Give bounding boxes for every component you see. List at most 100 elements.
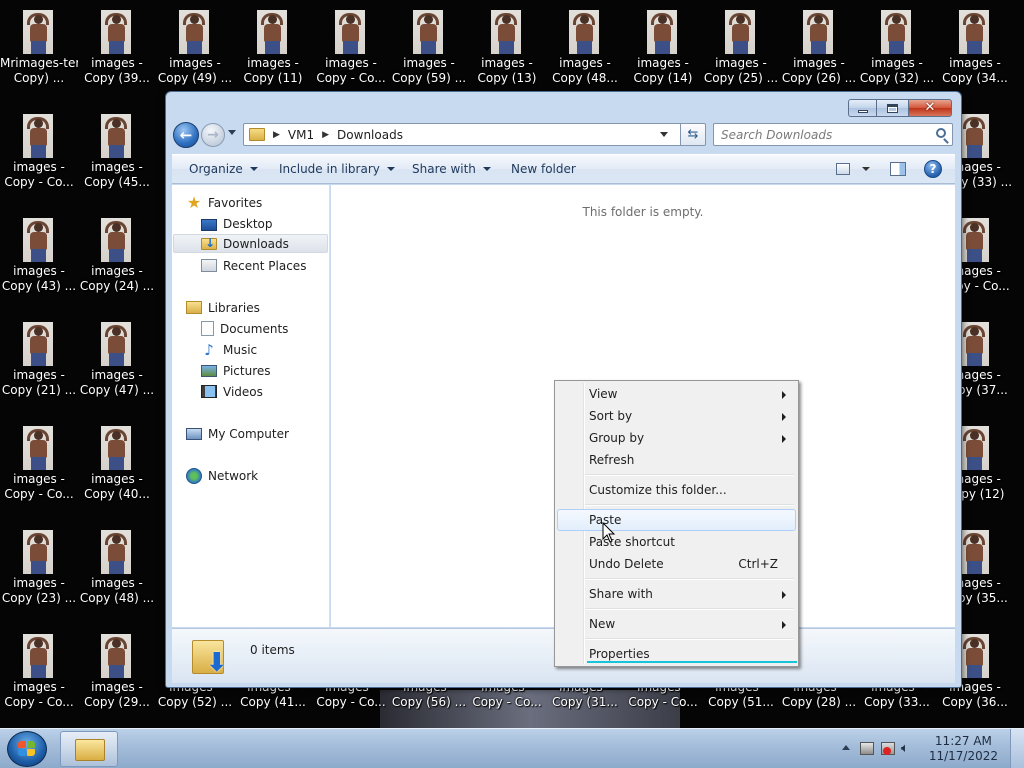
nav-favorites[interactable]: ★ Favorites (186, 193, 262, 212)
desktop-icon-label: images - Copy (48... (552, 56, 618, 85)
desktop-icon-item[interactable]: images - Copy (40... (78, 420, 156, 520)
share-with-button[interactable]: Share with (412, 162, 491, 176)
desktop-icon-item[interactable]: images - Copy (29... (78, 628, 156, 728)
breadcrumb-downloads[interactable]: Downloads (337, 128, 403, 142)
desktop-icon-item[interactable]: images - Copy (47) ... (78, 316, 156, 416)
menu-item-group-by[interactable]: Group by (557, 427, 796, 449)
image-thumbnail-icon (881, 10, 911, 54)
change-view-icon[interactable] (836, 163, 850, 175)
desktop-icon-item[interactable]: images - Copy (59) ... (390, 4, 468, 104)
nav-pictures[interactable]: Pictures (201, 361, 271, 380)
refresh-button[interactable]: ⇆ (680, 123, 706, 146)
menu-item-view[interactable]: View (557, 383, 796, 405)
nav-recent-places[interactable]: Recent Places (201, 256, 306, 275)
desktop-icon-item[interactable]: images - Copy (43) ... (0, 212, 78, 312)
desktop-icon-item[interactable]: Mrimages-ter Copy) ... (0, 4, 78, 104)
show-desktop-button[interactable] (1010, 729, 1024, 768)
desktop-icon-item[interactable]: images - Copy (49) ... (156, 4, 234, 104)
address-bar[interactable]: ▶ VM1 ▶ Downloads (243, 123, 705, 146)
nav-music[interactable]: ♪ Music (201, 340, 257, 359)
preview-pane-icon[interactable] (890, 162, 906, 176)
taskbar: 🔈︎ 11:27 AM 11/17/2022 (0, 728, 1024, 768)
desktop-icon-item[interactable]: images - Copy (11) (234, 4, 312, 104)
search-box[interactable] (713, 123, 953, 146)
action-center-icon[interactable] (860, 742, 874, 755)
breadcrumb-separator-icon[interactable]: ▶ (322, 130, 329, 140)
menu-item-paste[interactable]: Paste (557, 509, 796, 531)
desktop-icon-item[interactable]: images - Copy - Co... (0, 108, 78, 208)
desktop-icon-item[interactable]: images - Copy (21) ... (0, 316, 78, 416)
maximize-button[interactable] (876, 99, 908, 117)
desktop-icon-item[interactable]: images - Copy - Co... (0, 628, 78, 728)
breadcrumb-separator-icon[interactable]: ▶ (273, 130, 280, 140)
breadcrumb-vm1[interactable]: VM1 (288, 128, 314, 142)
menu-separator (585, 578, 794, 580)
pictures-icon (201, 364, 217, 377)
volume-icon[interactable]: 🔈︎ (901, 742, 915, 755)
menu-item-sort-by[interactable]: Sort by (557, 405, 796, 427)
image-thumbnail-icon (23, 634, 53, 678)
nav-videos[interactable]: Videos (201, 382, 263, 401)
image-thumbnail-icon (101, 114, 131, 158)
menu-item-new[interactable]: New (557, 613, 796, 635)
desktop-icon-item[interactable]: images - Copy (24) ... (78, 212, 156, 312)
desktop-icon-item[interactable]: images - Copy (39... (78, 4, 156, 104)
desktop-icon-item[interactable]: images - Copy (14) (624, 4, 702, 104)
submenu-arrow-icon (782, 391, 786, 399)
image-thumbnail-icon (23, 114, 53, 158)
desktop-icon-label: images - Copy (47) ... (79, 368, 155, 397)
desktop-icon-item[interactable]: images - Copy - Co... (0, 420, 78, 520)
downloads-folder-icon (201, 236, 217, 250)
desktop-icon-item[interactable]: images - Copy (48) ... (78, 524, 156, 624)
desktop-icon-label: images - Copy - Co... (4, 680, 74, 709)
close-button[interactable]: ✕ (908, 99, 952, 117)
nav-downloads[interactable]: Downloads (173, 234, 328, 253)
desktop-icon-item[interactable]: images - Copy (13) (468, 4, 546, 104)
desktop-icon-item[interactable]: images - Copy (48... (546, 4, 624, 104)
help-icon[interactable]: ? (924, 160, 942, 178)
more-options-icon[interactable] (862, 167, 870, 171)
desktop-icon-label: images - Copy (26) ... (781, 56, 857, 85)
desktop-icon-item[interactable]: images - Copy (23) ... (0, 524, 78, 624)
nav-libraries[interactable]: Libraries (186, 298, 260, 317)
include-in-library-button[interactable]: Include in library (279, 162, 395, 176)
start-button[interactable] (7, 731, 47, 767)
nav-my-computer[interactable]: My Computer (186, 424, 289, 443)
desktop-icon-item[interactable]: images - Copy - Co... (312, 4, 390, 104)
desktop-icon-item[interactable]: images - Copy (32) ... (858, 4, 936, 104)
address-dropdown-icon[interactable] (660, 132, 668, 137)
recent-pages-dropdown[interactable] (228, 130, 236, 135)
taskbar-explorer-button[interactable] (60, 731, 118, 767)
menu-item-customize-folder[interactable]: Customize this folder... (557, 479, 796, 501)
menu-item-paste-shortcut[interactable]: Paste shortcut (557, 531, 796, 553)
new-folder-button[interactable]: New folder (511, 162, 576, 176)
forward-arrow-icon: → (207, 127, 219, 143)
image-thumbnail-icon (257, 10, 287, 54)
menu-separator (585, 638, 794, 640)
organize-button[interactable]: Organize (189, 162, 258, 176)
clock[interactable]: 11:27 AM 11/17/2022 (929, 734, 998, 764)
menu-item-share-with[interactable]: Share with (557, 583, 796, 605)
desktop-icon-item[interactable]: images - Copy (34... (936, 4, 1014, 104)
desktop-icon-label: images - Copy (43) ... (1, 264, 77, 293)
minimize-button[interactable] (848, 99, 876, 117)
back-button[interactable]: ← (173, 122, 199, 148)
star-icon: ★ (186, 192, 202, 212)
search-icon[interactable] (936, 128, 946, 138)
desktop-icon-item[interactable]: images - Copy (26) ... (780, 4, 858, 104)
desktop-icon-label: images - Copy - Co... (4, 160, 74, 189)
forward-button[interactable]: → (201, 123, 225, 147)
image-thumbnail-icon (959, 218, 989, 262)
nav-desktop[interactable]: Desktop (201, 214, 273, 233)
menu-item-undo-delete[interactable]: Undo Delete Ctrl+Z (557, 553, 796, 575)
nav-favorites-label: Favorites (208, 195, 263, 210)
desktop-icon-item[interactable]: images - Copy (25) ... (702, 4, 780, 104)
search-input[interactable] (721, 124, 926, 145)
nav-network[interactable]: Network (186, 466, 258, 485)
show-hidden-icons-icon[interactable] (842, 745, 850, 750)
menu-item-refresh[interactable]: Refresh (557, 449, 796, 471)
image-thumbnail-icon (101, 218, 131, 262)
desktop-icon-item[interactable]: images - Copy (45... (78, 108, 156, 208)
menu-item-label: Share with (589, 587, 653, 601)
nav-documents[interactable]: Documents (201, 319, 288, 338)
